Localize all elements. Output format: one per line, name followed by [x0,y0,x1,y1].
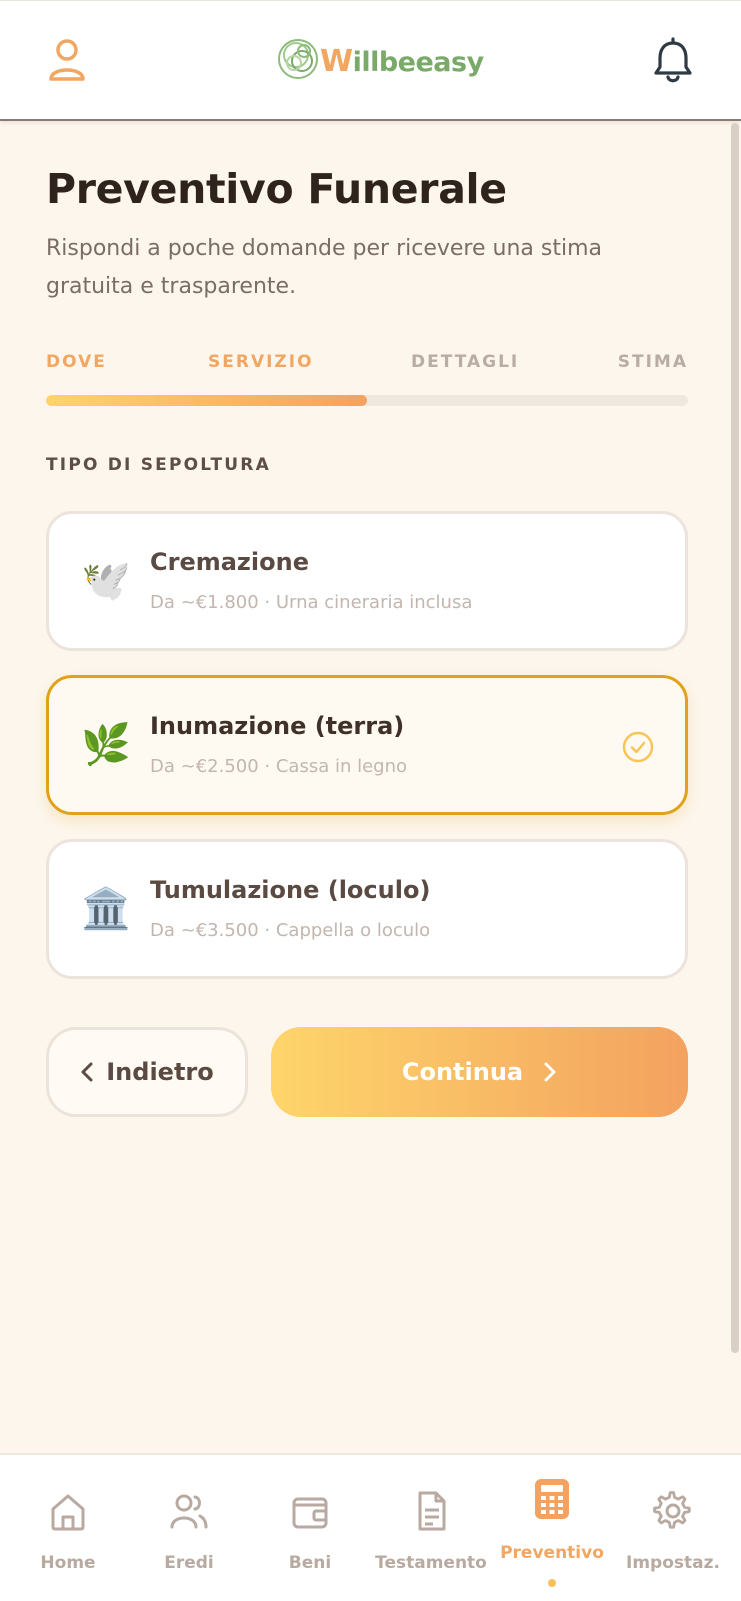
nav-preventivo[interactable]: Preventivo [492,1455,612,1601]
option-title: Tumulazione (loculo) [150,876,431,904]
active-indicator [548,1579,556,1587]
scrollbar[interactable] [731,123,739,1353]
page-subtitle: Rispondi a poche domande per ricevere un… [46,236,602,299]
nav-label: Preventivo [500,1543,604,1563]
top-header: Willbeeasy [0,0,741,121]
classical-building-icon: 🏛️ [81,886,131,932]
option-inumazione[interactable]: 🌿 Inumazione (terra) Da ~€2.500 · Cassa … [46,675,688,815]
nav-home[interactable]: Home [8,1455,128,1601]
step-stima: STIMA [617,352,688,372]
dove-icon: 🕊️ [81,558,131,604]
section-label: TIPO DI SEPOLTURA [46,455,271,475]
option-tumulazione[interactable]: 🏛️ Tumulazione (loculo) Da ~€3.500 · Cap… [46,839,688,979]
option-title: Inumazione (terra) [150,712,405,740]
check-circle-icon [622,731,654,763]
continue-button-label: Continua [401,1058,524,1086]
continue-button[interactable]: Continua [271,1027,688,1117]
nav-label: Eredi [164,1553,214,1573]
home-icon [51,1494,85,1531]
user-icon[interactable] [46,37,88,83]
step-servizio: SERVIZIO [208,352,314,372]
gear-icon [653,1491,691,1529]
back-button-label: Indietro [106,1058,214,1086]
chevron-left-icon [81,1062,93,1082]
option-title: Cremazione [150,548,309,576]
users-icon [170,1494,208,1529]
option-description: Da ~€1.800 · Urna cineraria inclusa [150,592,473,613]
nav-eredi[interactable]: Eredi [129,1455,249,1601]
herb-icon: 🌿 [81,722,131,768]
nav-label: Testamento [375,1553,487,1573]
app-screen: Willbeeasy Preventivo Funerale Rispondi … [0,0,741,1601]
progress-bar [46,395,688,406]
nav-label: Home [40,1553,96,1573]
nav-label: Beni [288,1553,332,1573]
option-description: Da ~€2.500 · Cassa in legno [150,756,408,777]
nav-impostazioni[interactable]: Impostaz. [613,1455,733,1601]
progress-fill [46,395,367,406]
wallet-icon [292,1497,328,1529]
bottom-navigation: Home Eredi Beni Testamento Preventivo Im… [0,1453,741,1601]
step-dettagli: DETTAGLI [411,352,520,372]
back-button[interactable]: Indietro [46,1027,248,1117]
nav-beni[interactable]: Beni [250,1455,370,1601]
page-title: Preventivo Funerale [46,165,507,213]
brand-name: Willbeeasy [320,43,484,79]
nav-label: Impostaz. [626,1553,720,1573]
brand-logo: Willbeeasy [274,33,484,85]
option-description: Da ~€3.500 · Cappella o loculo [150,920,431,941]
chevron-right-icon [544,1062,556,1082]
nav-testamento[interactable]: Testamento [371,1455,491,1601]
document-icon [418,1491,446,1531]
option-cremazione[interactable]: 🕊️ Cremazione Da ~€1.800 · Urna cinerari… [46,511,688,651]
calculator-icon [535,1479,569,1519]
stepper: DOVE SERVIZIO DETTAGLI STIMA [46,352,688,376]
bell-icon[interactable] [651,37,695,85]
step-dove: DOVE [46,352,107,372]
